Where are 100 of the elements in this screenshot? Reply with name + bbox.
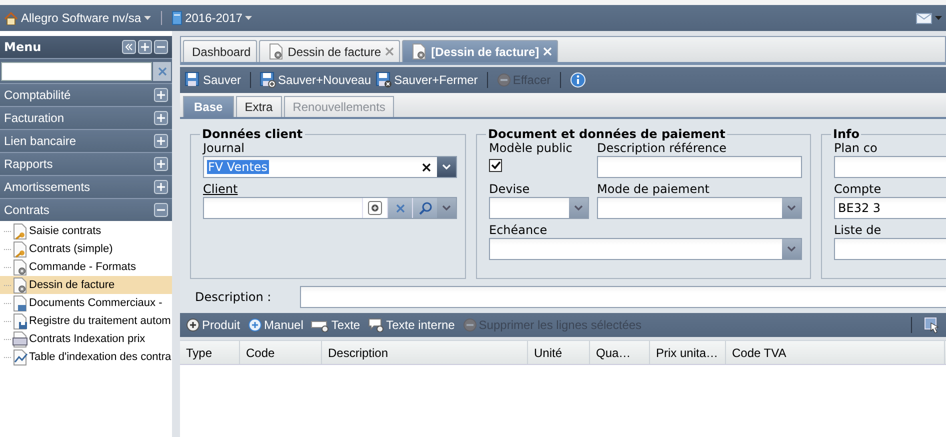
clear-button[interactable] (387, 198, 412, 218)
field-label: Compte (834, 182, 882, 197)
section-title: Données client (201, 127, 304, 141)
comment-icon (368, 318, 384, 332)
dropdown-button[interactable] (782, 198, 801, 218)
document-gear-icon (12, 258, 28, 276)
document-gear-icon (411, 43, 428, 60)
menu-section[interactable]: Amortissements (0, 175, 172, 198)
menu-item[interactable]: Commande - Formats (0, 258, 172, 276)
minus-icon[interactable] (154, 40, 168, 54)
text-field[interactable] (834, 156, 946, 178)
toolbar-button[interactable]: Manuel (247, 318, 304, 332)
column-header[interactable]: Description (322, 341, 528, 364)
document-tab[interactable]: Dashboard (183, 40, 257, 62)
menu-section[interactable]: Facturation (0, 106, 172, 129)
text-field[interactable] (597, 156, 802, 178)
document-tab[interactable]: Dessin de facture (258, 40, 400, 62)
toolbar-button[interactable]: Produit (185, 318, 242, 332)
toolbar-button[interactable]: Sauver+Nouveau (259, 72, 372, 88)
menu-section[interactable]: Lien bancaire (0, 129, 172, 152)
toolbar-button[interactable]: Texte (310, 318, 362, 332)
field-label: Journal (203, 141, 246, 156)
column-header[interactable]: Type (180, 341, 240, 364)
mail-menu[interactable] (916, 12, 942, 24)
due-date-select[interactable] (489, 238, 802, 260)
payment-mode-select[interactable] (597, 197, 802, 219)
field-label: Devise (489, 182, 531, 197)
delete-icon (496, 73, 511, 87)
checkbox[interactable] (489, 159, 502, 172)
house-icon (4, 12, 18, 24)
database-save-icon (12, 312, 28, 330)
column-header[interactable]: Code (240, 341, 322, 364)
menu-item[interactable]: Contrats (simple) (0, 240, 172, 258)
field-label: Modèle public (489, 141, 574, 156)
journal-field[interactable]: FV Ventes (203, 156, 457, 178)
menu-item[interactable]: Table d'indexation des contra (0, 348, 172, 366)
company-menu[interactable]: Allegro Software nv/sa (4, 11, 152, 25)
chevron-down-icon (787, 205, 796, 211)
menu-item[interactable]: Contrats Indexation prix (0, 330, 172, 348)
document-gear-icon (268, 43, 284, 60)
chevron-down-icon (442, 164, 451, 170)
menu-title: Menu (4, 40, 42, 54)
search-button[interactable] (412, 198, 437, 218)
chevron-down-icon (787, 246, 796, 252)
column-header[interactable]: Code TVA (726, 341, 945, 364)
field-label: Plan co (834, 141, 878, 156)
field-label: Echéance (489, 223, 548, 238)
menu-item[interactable]: Dessin de facture (0, 276, 172, 294)
menu-item[interactable]: Saisie contrats (0, 222, 172, 240)
menu-section[interactable]: Comptabilité (0, 83, 172, 106)
save-close-icon (376, 72, 392, 88)
plus-icon[interactable] (138, 40, 152, 54)
fiscal-year-menu[interactable]: 2016-2017 (172, 11, 252, 25)
check-icon (490, 161, 500, 170)
book-icon (172, 11, 182, 25)
chevron-down-icon (442, 205, 451, 211)
menu-item[interactable]: Documents Commerciaux - (0, 294, 172, 312)
text-field[interactable]: BE32 3 (834, 197, 946, 219)
field-label: Description : (194, 290, 272, 304)
column-header[interactable]: Qua… (590, 341, 650, 364)
currency-select[interactable] (489, 197, 589, 219)
field-label: Client (203, 182, 239, 197)
description-field[interactable] (300, 286, 946, 308)
form-tab[interactable]: Extra (236, 96, 282, 117)
select-button[interactable] (923, 317, 941, 333)
dropdown-button[interactable] (782, 239, 801, 259)
dropdown-button[interactable] (437, 198, 456, 218)
clear-search-button[interactable] (153, 62, 171, 80)
text-line-icon (311, 318, 330, 332)
add-icon (186, 318, 200, 332)
close-icon[interactable] (422, 162, 431, 172)
toolbar-button[interactable]: Sauver+Fermer (375, 72, 479, 88)
column-header[interactable]: Unité (528, 341, 590, 364)
menu-search-field[interactable] (1, 62, 152, 80)
menu-item[interactable]: Registre du traitement autom (0, 312, 172, 330)
mail-icon[interactable] (916, 12, 932, 24)
section-title: Document et données de paiement (487, 127, 726, 141)
dropdown-button[interactable] (569, 198, 588, 218)
search-icon (418, 202, 432, 214)
text-field[interactable] (834, 238, 946, 260)
chart-icon (12, 348, 28, 366)
toolbar-button[interactable]: Sauver (184, 72, 242, 88)
collapse-icon[interactable] (122, 40, 136, 54)
save-icon (185, 72, 201, 88)
chevron-down-icon (574, 205, 583, 211)
add-icon (248, 318, 262, 332)
report-icon (12, 294, 28, 312)
add-button[interactable] (362, 198, 387, 218)
menu-section[interactable]: Rapports (0, 152, 172, 175)
caret-icon (245, 16, 252, 20)
caret-icon (935, 16, 942, 20)
document-tab[interactable]: [Dessin de facture] (402, 40, 558, 62)
document-key-icon (12, 240, 28, 258)
client-field[interactable] (203, 197, 457, 219)
toolbar-button[interactable]: Texte interne (367, 318, 456, 332)
column-header[interactable]: Prix unita… (650, 341, 726, 364)
menu-section[interactable]: Contrats (0, 198, 172, 221)
field-label: Description référence (597, 141, 728, 156)
dropdown-button[interactable] (437, 157, 456, 177)
form-tab[interactable]: Base (183, 96, 234, 117)
